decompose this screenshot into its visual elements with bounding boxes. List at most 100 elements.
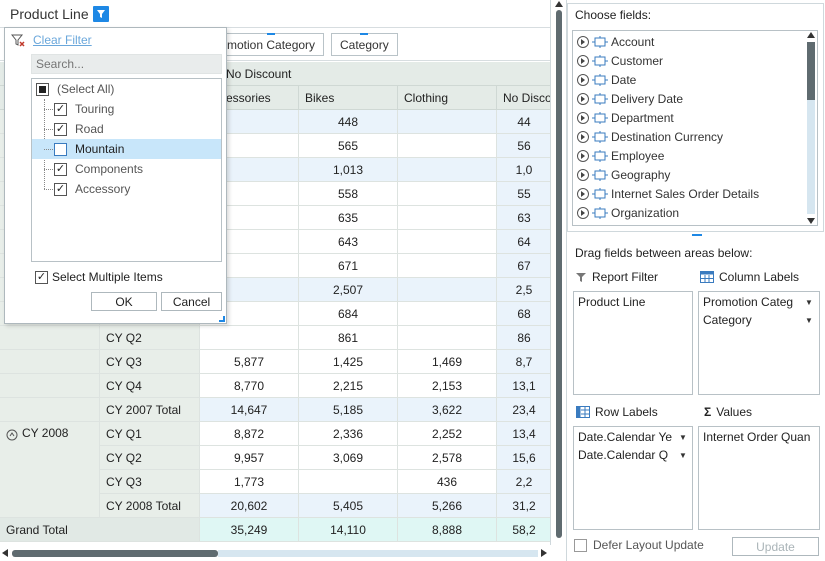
field-item[interactable]: Customer bbox=[577, 51, 663, 70]
clear-filter-icon bbox=[11, 34, 25, 47]
panel-splitter[interactable] bbox=[692, 234, 702, 237]
row-header-cell[interactable]: CY Q2 bbox=[100, 446, 200, 470]
clear-filter-link[interactable]: Clear Filter bbox=[11, 32, 92, 48]
row-header-cell[interactable]: CY Q3 bbox=[100, 470, 200, 494]
expand-icon[interactable] bbox=[577, 73, 589, 86]
area-field-promotion-category[interactable]: Promotion Categ bbox=[703, 295, 799, 309]
data-cell: 448 bbox=[299, 110, 398, 134]
field-list-scroll-thumb[interactable] bbox=[807, 42, 815, 100]
horizontal-scrollbar[interactable] bbox=[0, 545, 551, 561]
update-button[interactable]: Update bbox=[732, 537, 819, 556]
select-multiple-checkbox[interactable]: ✓ Select Multiple Items bbox=[35, 270, 163, 284]
checkbox-checked-icon[interactable]: ✓ bbox=[54, 102, 67, 116]
filter-item[interactable]: ✓ Components bbox=[32, 159, 221, 179]
tree-line bbox=[44, 109, 53, 110]
row-header-cell[interactable]: CY 2008 Total bbox=[100, 494, 200, 518]
area-field-product-line[interactable]: Product Line bbox=[578, 295, 645, 309]
column-chip-promotion-category[interactable]: motion Category bbox=[218, 33, 325, 56]
ok-button[interactable]: OK bbox=[91, 292, 157, 311]
vertical-scroll-thumb[interactable] bbox=[556, 10, 562, 538]
data-cell: 861 bbox=[299, 326, 398, 350]
filter-item[interactable]: (Select All) bbox=[32, 79, 221, 99]
checkbox-checked-icon[interactable]: ✓ bbox=[54, 122, 67, 136]
data-cell: 436 bbox=[398, 470, 497, 494]
cancel-button[interactable]: Cancel bbox=[161, 292, 222, 311]
expand-icon[interactable] bbox=[577, 35, 589, 48]
field-item[interactable]: Account bbox=[577, 32, 654, 51]
filter-funnel-icon[interactable] bbox=[92, 6, 109, 22]
checkbox-partial-icon[interactable] bbox=[36, 82, 49, 96]
field-item[interactable]: Date bbox=[577, 70, 636, 89]
data-cell: 1,773 bbox=[200, 470, 299, 494]
dimension-icon bbox=[592, 206, 608, 219]
expand-icon[interactable] bbox=[577, 206, 589, 219]
checkbox-checked-icon[interactable]: ✓ bbox=[54, 162, 67, 176]
checkbox-checked-icon[interactable]: ✓ bbox=[54, 182, 67, 196]
data-cell: 67 bbox=[497, 254, 550, 278]
field-list-scroll-track[interactable] bbox=[807, 100, 815, 214]
field-item[interactable]: Organization bbox=[577, 203, 679, 222]
report-filter-chip[interactable]: Product Line bbox=[6, 4, 113, 24]
scroll-down-icon[interactable] bbox=[807, 218, 815, 224]
data-cell bbox=[200, 326, 299, 350]
filter-item[interactable]: Mountain bbox=[32, 139, 221, 159]
report-filter-area[interactable]: Product Line bbox=[573, 291, 693, 395]
scroll-up-icon[interactable] bbox=[807, 32, 815, 38]
dropdown-arrow-icon[interactable]: ▼ bbox=[805, 316, 813, 325]
checkbox-unchecked-icon[interactable] bbox=[574, 538, 587, 552]
area-field-category[interactable]: Category bbox=[703, 313, 752, 327]
field-item[interactable]: Internet Sales Order Details bbox=[577, 184, 759, 203]
expand-icon[interactable] bbox=[577, 130, 589, 143]
data-cell: 2,336 bbox=[299, 422, 398, 446]
expand-icon[interactable] bbox=[577, 149, 589, 162]
horizontal-scroll-track[interactable] bbox=[218, 550, 538, 557]
field-item[interactable]: Employee bbox=[577, 146, 664, 165]
filter-item[interactable]: ✓ Accessory bbox=[32, 179, 221, 199]
column-labels-area[interactable]: Promotion Categ ▼ Category ▼ bbox=[698, 291, 820, 395]
values-area[interactable]: Internet Order Quan bbox=[698, 426, 820, 530]
expand-icon[interactable] bbox=[577, 92, 589, 105]
defer-layout-checkbox[interactable]: Defer Layout Update bbox=[574, 538, 704, 552]
area-field-calendar-year[interactable]: Date.Calendar Ye bbox=[578, 430, 672, 444]
column-chip-category[interactable]: Category bbox=[331, 33, 398, 56]
resize-grip-icon[interactable] bbox=[219, 316, 225, 322]
collapse-icon[interactable] bbox=[6, 429, 18, 441]
header-no-discount-total: No Disco bbox=[503, 90, 551, 105]
filter-item[interactable]: ✓ Road bbox=[32, 119, 221, 139]
scroll-left-icon[interactable] bbox=[2, 549, 8, 557]
data-cell: 5,266 bbox=[398, 494, 497, 518]
area-field-calendar-quarter[interactable]: Date.Calendar Q bbox=[578, 448, 672, 462]
header-accessories: essories bbox=[220, 86, 299, 109]
expand-icon[interactable] bbox=[577, 168, 589, 181]
row-header-cell[interactable]: CY Q1 bbox=[100, 422, 200, 446]
checkbox-checked-icon[interactable]: ✓ bbox=[35, 270, 48, 284]
dropdown-arrow-icon[interactable]: ▼ bbox=[679, 433, 687, 442]
expand-icon[interactable] bbox=[577, 54, 589, 67]
row-group-cy-2008[interactable]: CY 2008 bbox=[0, 422, 100, 518]
scroll-right-icon[interactable] bbox=[541, 549, 547, 557]
report-filter-label: Product Line bbox=[10, 6, 89, 22]
filter-item-label: (Select All) bbox=[57, 82, 115, 96]
dropdown-arrow-icon[interactable]: ▼ bbox=[679, 451, 687, 460]
field-item[interactable]: Geography bbox=[577, 165, 670, 184]
row-header-cell[interactable]: CY Q2 bbox=[100, 326, 200, 350]
dropdown-arrow-icon[interactable]: ▼ bbox=[805, 298, 813, 307]
checkbox-unchecked-icon[interactable] bbox=[54, 142, 67, 156]
field-label: Date bbox=[611, 72, 637, 87]
field-item[interactable]: Department bbox=[577, 108, 674, 127]
data-cell bbox=[398, 182, 497, 206]
field-item[interactable]: Delivery Date bbox=[577, 89, 683, 108]
field-item[interactable]: Destination Currency bbox=[577, 127, 723, 146]
filter-item[interactable]: ✓ Touring bbox=[32, 99, 221, 119]
row-labels-area[interactable]: Date.Calendar Ye ▼ Date.Calendar Q ▼ bbox=[573, 426, 693, 530]
dimension-icon bbox=[592, 54, 608, 67]
row-header-cell[interactable]: CY 2007 Total bbox=[100, 398, 200, 422]
horizontal-scroll-thumb[interactable] bbox=[12, 550, 218, 557]
area-field-internet-order-quantity[interactable]: Internet Order Quan bbox=[703, 430, 817, 444]
row-header-cell[interactable]: CY Q4 bbox=[100, 374, 200, 398]
search-input[interactable] bbox=[31, 54, 222, 74]
row-header-cell[interactable]: CY Q3 bbox=[100, 350, 200, 374]
expand-icon[interactable] bbox=[577, 187, 589, 200]
scroll-up-icon[interactable] bbox=[555, 1, 563, 7]
expand-icon[interactable] bbox=[577, 111, 589, 124]
